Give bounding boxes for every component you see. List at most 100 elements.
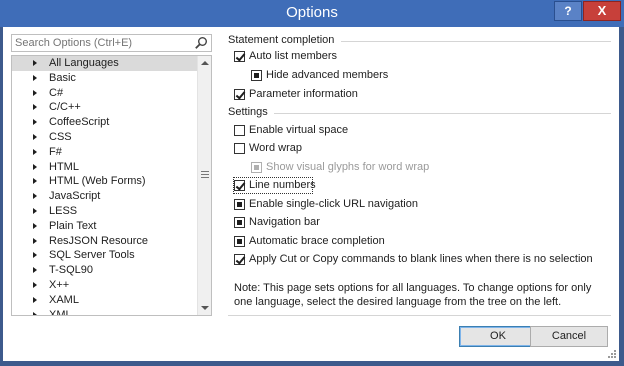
tree-items: All Languages Basic C# C/C++ CoffeeScript CSS… [12,56,198,315]
show-visual-glyphs-label: Show visual glyphs for word wrap [266,161,430,173]
tree-item-label[interactable]: CSS [49,131,72,143]
expand-arrow-icon[interactable] [33,237,37,244]
expand-arrow-icon[interactable] [33,60,37,66]
expand-arrow-icon[interactable] [33,163,37,170]
single-click-url-label[interactable]: Enable single-click URL navigation [249,197,418,212]
expand-arrow-icon[interactable] [33,133,37,140]
expand-arrow-icon[interactable] [33,89,37,96]
tree-item-label[interactable]: X++ [49,279,69,291]
expand-arrow-icon[interactable] [33,119,37,126]
tree-item[interactable]: HTML (Web Forms) [12,174,198,189]
single-click-url-checkbox[interactable] [234,199,245,210]
tree-item[interactable]: JavaScript [12,189,198,204]
tree-item[interactable]: XML [12,308,198,315]
tree-item-label[interactable]: HTML (Web Forms) [49,175,146,187]
parameter-information-label[interactable]: Parameter information [249,87,358,102]
search-input[interactable] [12,35,190,51]
tree-item[interactable]: SQL Server Tools [12,248,198,263]
navigation-bar-label[interactable]: Navigation bar [249,215,320,230]
tree-scrollbar[interactable] [197,56,211,315]
tree-item[interactable]: C# [12,86,198,101]
line-numbers-option[interactable]: Line numbers [233,177,316,194]
resize-grip-icon[interactable] [607,349,617,359]
footer-divider [228,315,611,316]
scroll-down-arrow-icon[interactable] [201,306,209,310]
tree-item-label[interactable]: Plain Text [49,220,97,232]
options-dialog: Options ? X All Languages Basic C# C/C++ Cof… [0,0,624,366]
ok-button[interactable]: OK [459,326,537,347]
word-wrap-checkbox[interactable] [234,143,245,154]
language-note: Note: This page sets options for all lan… [234,282,592,308]
search-options-box[interactable] [11,34,212,52]
tree-item-label[interactable]: JavaScript [49,190,100,202]
tree-item[interactable]: CSS [12,130,198,145]
expand-arrow-icon[interactable] [33,193,37,200]
tree-item[interactable]: ResJSON Resource [12,234,198,249]
tree-item-label[interactable]: HTML [49,161,79,173]
enable-virtual-space-label[interactable]: Enable virtual space [249,123,348,138]
tree-item-label[interactable]: C# [49,87,63,99]
tree-item[interactable]: XAML [12,293,198,308]
tree-item-label[interactable]: All Languages [49,57,119,69]
close-button[interactable]: X [583,1,621,21]
statement-completion-divider [341,41,611,42]
tree-item[interactable]: C/C++ [12,100,198,115]
cancel-button[interactable]: Cancel [530,326,608,347]
automatic-brace-completion-checkbox[interactable] [234,236,245,247]
hide-advanced-members-label[interactable]: Hide advanced members [266,68,388,83]
tree-item-label[interactable]: CoffeeScript [49,116,109,128]
tree-item-label[interactable]: LESS [49,205,77,217]
title-bar[interactable]: Options ? X [0,0,624,27]
show-visual-glyphs-checkbox [251,162,262,173]
dialog-title: Options [286,4,338,21]
tree-item-label[interactable]: XAML [49,294,79,306]
word-wrap-label[interactable]: Word wrap [249,141,302,156]
tree-item[interactable]: CoffeeScript [12,115,198,130]
tree-item[interactable]: LESS [12,204,198,219]
language-tree: All Languages Basic C# C/C++ CoffeeScript CSS… [11,55,212,316]
expand-arrow-icon[interactable] [33,222,37,229]
tree-item-label[interactable]: ResJSON Resource [49,235,148,247]
tree-item-label[interactable]: C/C++ [49,101,81,113]
search-icon[interactable] [194,36,208,50]
hide-advanced-members-checkbox[interactable] [251,70,262,81]
expand-arrow-icon[interactable] [33,207,37,214]
expand-arrow-icon[interactable] [33,104,37,111]
tree-item[interactable]: X++ [12,278,198,293]
tree-item[interactable]: F# [12,145,198,160]
navigation-bar-checkbox[interactable] [234,217,245,228]
line-numbers-checkbox[interactable] [234,180,245,191]
dialog-body: All Languages Basic C# C/C++ CoffeeScript CSS… [3,27,619,361]
auto-list-members-checkbox[interactable] [234,51,245,62]
expand-arrow-icon[interactable] [33,296,37,303]
apply-cut-copy-checkbox[interactable] [234,254,245,265]
expand-arrow-icon[interactable] [33,281,37,288]
tree-item-label[interactable]: SQL Server Tools [49,249,135,261]
tree-item[interactable]: Basic [12,71,198,86]
tree-item[interactable]: Plain Text [12,219,198,234]
settings-heading: Settings [228,106,268,118]
enable-virtual-space-checkbox[interactable] [234,125,245,136]
tree-item-label[interactable]: F# [49,146,62,158]
parameter-information-checkbox[interactable] [234,89,245,100]
help-button[interactable]: ? [554,1,582,21]
tree-item-label[interactable]: XML [49,309,72,315]
expand-arrow-icon[interactable] [33,178,37,185]
tree-item[interactable]: HTML [12,160,198,175]
automatic-brace-completion-label[interactable]: Automatic brace completion [249,234,385,249]
tree-item-label[interactable]: Basic [49,72,76,84]
auto-list-members-label[interactable]: Auto list members [249,49,337,64]
line-numbers-label[interactable]: Line numbers [249,178,316,193]
tree-item[interactable]: T-SQL90 [12,263,198,278]
scroll-up-arrow-icon[interactable] [201,61,209,65]
expand-arrow-icon[interactable] [33,74,37,81]
expand-arrow-icon[interactable] [33,267,37,274]
expand-arrow-icon[interactable] [33,311,37,315]
tree-item[interactable]: All Languages [12,56,198,71]
scroll-thumb-grip-icon[interactable] [201,171,209,179]
expand-arrow-icon[interactable] [33,148,37,155]
tree-item-label[interactable]: T-SQL90 [49,264,93,276]
expand-arrow-icon[interactable] [33,252,37,259]
statement-completion-heading: Statement completion [228,34,335,46]
apply-cut-copy-label[interactable]: Apply Cut or Copy commands to blank line… [249,252,593,267]
